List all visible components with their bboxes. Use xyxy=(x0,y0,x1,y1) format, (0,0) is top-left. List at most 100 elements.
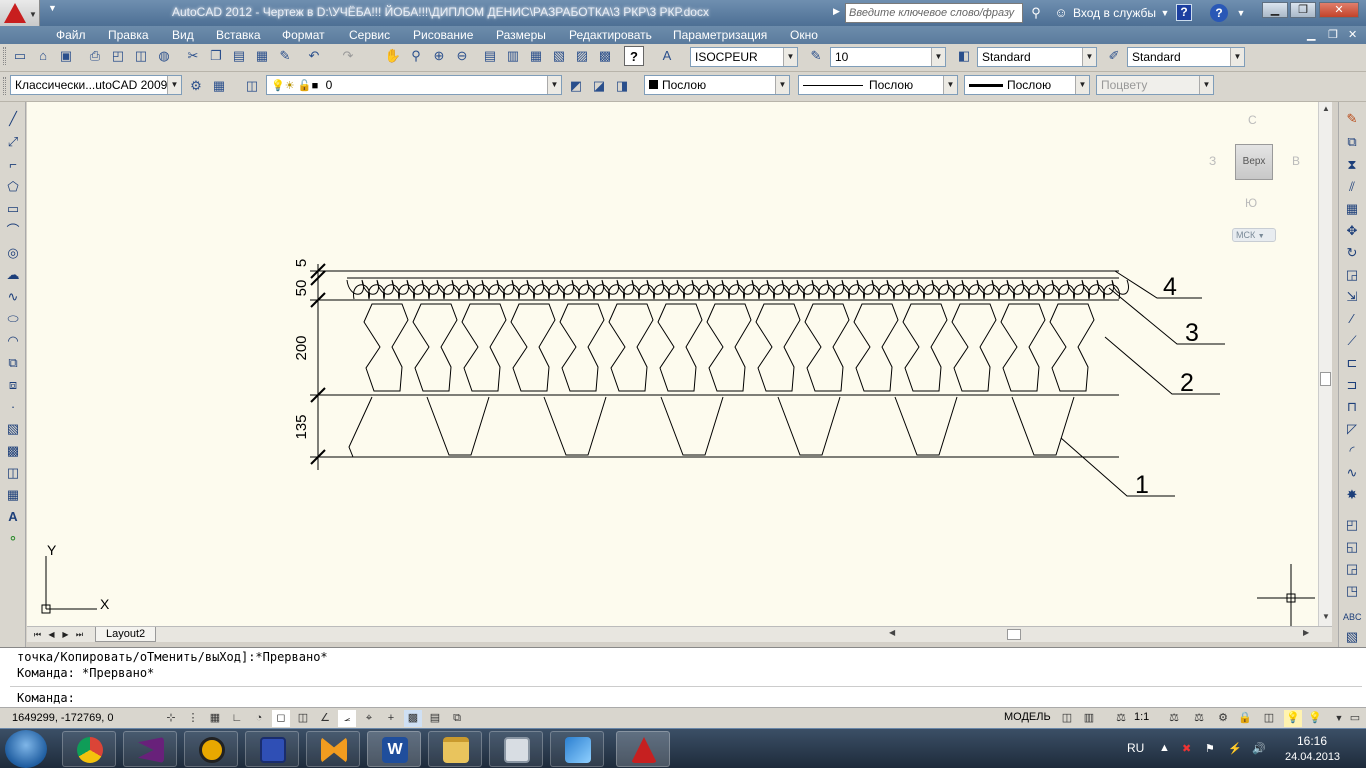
move-icon[interactable]: ✥ xyxy=(1343,222,1361,240)
match-properties-icon[interactable]: ▦ xyxy=(252,46,272,66)
erase-icon[interactable]: ✎ xyxy=(1343,110,1361,128)
rotate-icon[interactable]: ↻ xyxy=(1343,244,1361,262)
chevron-down-icon[interactable]: ▼ xyxy=(775,76,789,94)
scroll-up-icon[interactable]: ▲ xyxy=(1322,104,1330,113)
annotation-visibility-icon[interactable]: ⚖ xyxy=(1165,710,1183,727)
auto-scale-icon[interactable]: ⚖ xyxy=(1190,710,1208,727)
network-error-icon[interactable]: ✖ xyxy=(1182,742,1191,755)
quick-view-layouts-icon[interactable]: ◫ xyxy=(1058,710,1076,727)
close-button[interactable]: ✕ xyxy=(1319,2,1359,18)
clock-time[interactable]: 16:16 xyxy=(1297,734,1327,748)
trim-icon[interactable]: ⁄ xyxy=(1343,310,1361,328)
first-tab-icon[interactable]: ⏮ xyxy=(32,628,43,641)
text-to-front-icon[interactable]: ABC xyxy=(1343,608,1362,626)
lineweight-toggle-icon[interactable]: + xyxy=(382,710,400,727)
chevron-down-icon[interactable]: ▼ xyxy=(931,48,945,66)
menu-modify[interactable]: Редактировать xyxy=(569,28,652,42)
lineweight-select[interactable]: Послою ▼ xyxy=(964,75,1090,95)
gradient-icon[interactable]: ▩ xyxy=(4,442,22,460)
annotation-scale-value[interactable]: 1:1 xyxy=(1134,711,1149,723)
quick-access-dropdown[interactable]: ▼ xyxy=(48,3,58,21)
taskbar-save[interactable] xyxy=(245,731,299,767)
lock-icon[interactable]: 🔒 xyxy=(1236,710,1254,727)
calculator-icon[interactable]: ▩ xyxy=(595,46,615,66)
command-input[interactable]: Команда: xyxy=(17,691,75,705)
circle-icon[interactable]: ◎ xyxy=(4,244,22,262)
revision-cloud-icon[interactable]: ☁ xyxy=(4,266,22,284)
text-style-icon[interactable]: A xyxy=(657,46,677,66)
scroll-right-icon[interactable]: ▶ xyxy=(1303,628,1309,637)
chevron-down-icon[interactable]: ▼ xyxy=(1232,4,1250,22)
paste-icon[interactable]: ▤ xyxy=(229,46,249,66)
break-icon[interactable]: ⊐ xyxy=(1343,376,1361,394)
draw-order-icon[interactable]: ◰ xyxy=(1343,516,1361,534)
rectangle-icon[interactable]: ▭ xyxy=(4,200,22,218)
doc-close-button[interactable]: ✕ xyxy=(1348,28,1357,41)
gear-icon[interactable]: ⚙ xyxy=(1214,710,1232,727)
layer-manager-icon[interactable]: ◫ xyxy=(242,76,262,96)
polyline-icon[interactable]: ⌐ xyxy=(4,156,22,174)
menu-draw[interactable]: Рисование xyxy=(413,28,473,42)
drawing-canvas[interactable]: 5 50 200 135 4 3 2 1 Y X С Ю З В xyxy=(27,102,1319,626)
dim-style-icon[interactable]: ◧ xyxy=(954,46,974,66)
print-icon[interactable]: ⎙ xyxy=(85,46,105,66)
add-selected-icon[interactable]: ⚬ xyxy=(4,530,22,548)
taskbar-pen-app[interactable] xyxy=(550,731,604,767)
properties-icon[interactable]: ▤ xyxy=(480,46,500,66)
design-center-icon[interactable]: ▥ xyxy=(503,46,523,66)
send-to-back-icon[interactable]: ◲ xyxy=(1343,560,1361,578)
chevron-down-icon[interactable]: ▼ xyxy=(1230,48,1244,66)
gear-icon[interactable]: ⚙ xyxy=(186,76,206,96)
menu-file[interactable]: Файл xyxy=(56,28,86,42)
taskbar-autocad[interactable] xyxy=(616,731,670,767)
clock-date[interactable]: 24.04.2013 xyxy=(1285,751,1340,763)
prev-tab-icon[interactable]: ◀ xyxy=(46,628,57,641)
scale-icon[interactable]: ◲ xyxy=(1343,266,1361,284)
polygon-icon[interactable]: ⬠ xyxy=(4,178,22,196)
dim-style-select[interactable]: Standard ▼ xyxy=(977,47,1097,67)
mirror-icon[interactable]: ⧗ xyxy=(1343,156,1361,174)
zoom-window-icon[interactable]: ⊕ xyxy=(429,46,449,66)
extend-icon[interactable]: ⟋ xyxy=(1343,332,1361,350)
chamfer-icon[interactable]: ◸ xyxy=(1343,420,1361,438)
chevron-down-icon[interactable]: ▼ xyxy=(783,48,797,66)
point-icon[interactable]: · xyxy=(4,398,22,416)
bulb-icon[interactable]: 💡 xyxy=(1306,710,1324,727)
volume-icon[interactable]: 🔊 xyxy=(1252,742,1266,755)
table-icon[interactable]: ▦ xyxy=(4,486,22,504)
linetype-select[interactable]: Послою ▼ xyxy=(798,75,958,95)
explode-icon[interactable]: ✸ xyxy=(1343,486,1361,504)
menu-window[interactable]: Окно xyxy=(790,28,818,42)
hardware-acceleration-icon[interactable]: ◫ xyxy=(1260,710,1278,727)
next-tab-icon[interactable]: ▶ xyxy=(60,628,71,641)
action-center-icon[interactable]: ⚑ xyxy=(1205,742,1215,755)
make-current-icon[interactable]: ◩ xyxy=(566,76,586,96)
viewcube-west[interactable]: З xyxy=(1209,154,1216,168)
publish-icon[interactable]: ◫ xyxy=(131,46,151,66)
menu-dimension[interactable]: Размеры xyxy=(496,28,546,42)
color-select[interactable]: Послою ▼ xyxy=(644,75,790,95)
layer-previous-icon[interactable]: ◪ xyxy=(589,76,609,96)
search-expand-icon[interactable]: ▶ xyxy=(833,6,840,17)
region-icon[interactable]: ◫ xyxy=(4,464,22,482)
3d-object-snap-icon[interactable]: ◫ xyxy=(294,710,312,727)
tool-palettes-icon[interactable]: ▦ xyxy=(526,46,546,66)
text-height-icon[interactable]: ✎ xyxy=(806,46,826,66)
3d-dwf-icon[interactable]: ◍ xyxy=(154,46,174,66)
menu-parametric[interactable]: Параметризация xyxy=(673,28,767,42)
exchange-button[interactable]: ? xyxy=(1176,4,1192,21)
open-icon[interactable]: ⌂ xyxy=(33,46,53,66)
coordinates-readout[interactable]: 1649299, -172769, 0 xyxy=(12,712,114,724)
taskbar-calculator[interactable] xyxy=(489,731,543,767)
tray-expand-icon[interactable]: ▲ xyxy=(1159,742,1170,754)
zoom-realtime-icon[interactable]: ⚲ xyxy=(406,46,426,66)
vertical-scroll-thumb[interactable] xyxy=(1320,372,1331,386)
line-icon[interactable]: ╱ xyxy=(4,110,22,128)
chevron-down-icon[interactable]: ▼ xyxy=(547,76,561,94)
workspace-settings-icon[interactable]: ▦ xyxy=(209,76,229,96)
binoculars-icon[interactable]: ⚲ xyxy=(1027,4,1045,22)
tab-layout2[interactable]: Layout2 xyxy=(95,627,157,642)
block-editor-icon[interactable]: ✎ xyxy=(275,46,295,66)
layer-states-icon[interactable]: ◨ xyxy=(612,76,632,96)
doc-minimize-button[interactable]: ▁ xyxy=(1307,28,1315,41)
